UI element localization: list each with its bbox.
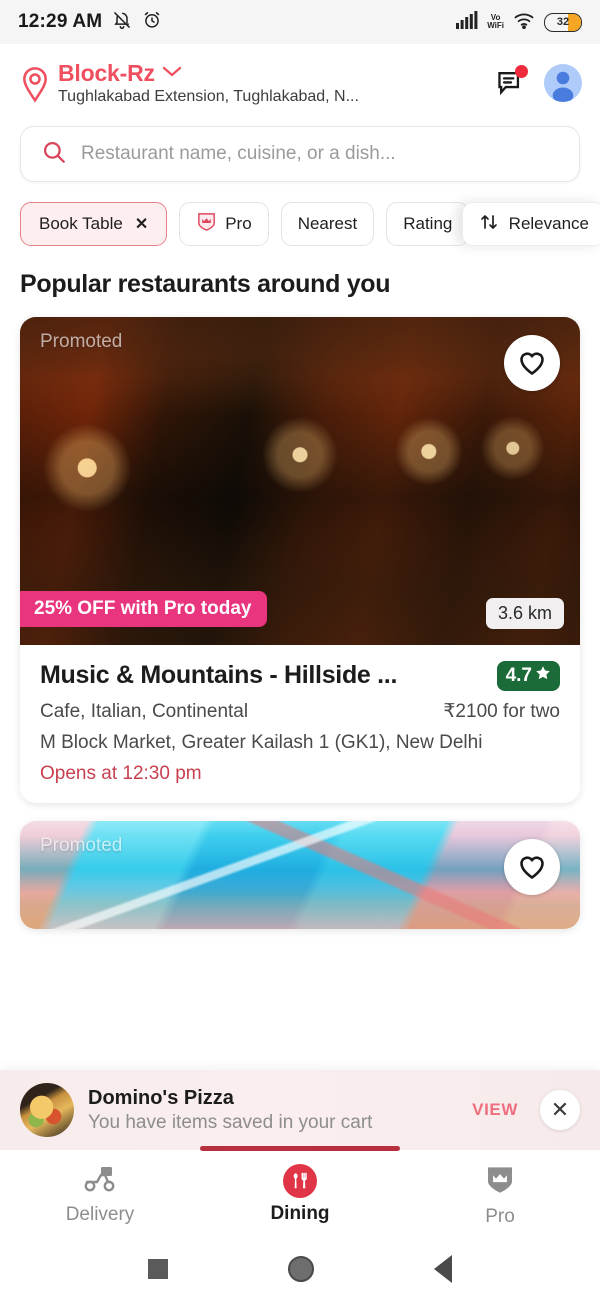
chevron-down-icon (161, 64, 183, 83)
restaurant-card[interactable]: Promoted (20, 821, 580, 929)
search-placeholder: Restaurant name, cuisine, or a dish... (81, 143, 396, 164)
restaurant-timing: Opens at 12:30 pm (40, 763, 202, 784)
restaurant-image[interactable]: Promoted 25% OFF with Pro today 3.6 km (20, 317, 580, 645)
promoted-label: Promoted (40, 331, 123, 352)
bottom-navigation: Delivery Dining Pro (0, 1146, 600, 1238)
cart-reminder-strip[interactable]: Domino's Pizza You have items saved in y… (0, 1070, 600, 1150)
nav-label: Dining (270, 1203, 330, 1224)
active-tab-indicator (200, 1146, 400, 1151)
restaurant-thumbnail (20, 1083, 74, 1137)
restaurant-meta: Cafe, Italian, Continental ₹2100 for two (40, 700, 560, 723)
offer-badge: 25% OFF with Pro today (20, 591, 268, 627)
system-navigation-bar (0, 1238, 600, 1300)
chip-book-table[interactable]: Book Table ✕ (20, 202, 168, 246)
user-avatar-icon[interactable] (544, 64, 582, 102)
square-recents-icon[interactable] (148, 1259, 168, 1279)
inbox-button[interactable] (494, 65, 528, 100)
sort-updown-icon (479, 212, 499, 237)
signal-bars-icon (456, 10, 478, 34)
battery-percent: 32 (556, 16, 570, 28)
nav-label: Pro (485, 1206, 515, 1227)
bell-muted-icon (112, 10, 132, 35)
rating-value: 4.7 (505, 665, 532, 686)
restaurant-name-row: Music & Mountains - Hillside ... 4.7 (40, 661, 560, 691)
restaurant-address: M Block Market, Greater Kailash 1 (GK1),… (40, 732, 483, 753)
restaurant-details: Music & Mountains - Hillside ... 4.7 Caf… (20, 645, 580, 803)
nav-item-dining[interactable]: Dining (200, 1146, 400, 1225)
restaurant-card[interactable]: Promoted 25% OFF with Pro today 3.6 km M… (20, 317, 580, 803)
wifi-icon (513, 11, 535, 34)
alarm-clock-icon (142, 10, 162, 35)
location-title: Block-Rz (58, 60, 155, 86)
rating-badge: 4.7 (496, 661, 560, 691)
restaurant-name: Music & Mountains - Hillside ... (40, 661, 398, 689)
nav-item-pro[interactable]: Pro (400, 1150, 600, 1228)
location-title-row[interactable]: Block-Rz (58, 60, 486, 87)
restaurant-image[interactable]: Promoted (20, 821, 580, 929)
battery-indicator: 32 (544, 12, 582, 32)
nav-label: Delivery (65, 1204, 135, 1225)
promoted-label: Promoted (40, 835, 123, 856)
chip-label: Pro (225, 214, 252, 233)
cost-for-two: ₹2100 for two (443, 701, 560, 722)
app-header: Block-Rz Tughlakabad Extension, Tughlaka… (0, 44, 600, 114)
pro-crown-shield-icon (196, 211, 217, 237)
cart-message: You have items saved in your cart (88, 1111, 373, 1133)
close-icon[interactable]: ✕ (135, 214, 148, 234)
sort-relevance-button[interactable]: Relevance (461, 202, 600, 246)
search-icon (41, 139, 67, 170)
favorite-button[interactable] (504, 839, 560, 895)
volte-wifi-icon: Vo WiFi (487, 12, 504, 30)
location-pin-icon (18, 63, 52, 103)
cuisine-text: Cafe, Italian, Continental (40, 701, 249, 722)
circle-home-icon[interactable] (288, 1256, 314, 1282)
scooter-delivery-icon (82, 1164, 118, 1199)
header-actions (486, 64, 582, 102)
chip-label: Nearest (297, 214, 358, 233)
chip-rating[interactable]: Rating (386, 202, 470, 246)
status-bar-right: Vo WiFi 32 (456, 10, 582, 34)
filter-chips: Book Table ✕ Pro Nearest Rating Relevanc… (0, 200, 600, 248)
section-title: Popular restaurants around you (20, 270, 391, 298)
location-subtitle: Tughlakabad Extension, Tughlakabad, N... (58, 88, 359, 105)
status-bar: 12:29 AM Vo WiFi 32 (0, 0, 600, 44)
star-icon (535, 665, 551, 687)
triangle-back-icon[interactable] (434, 1255, 452, 1283)
nav-item-delivery[interactable]: Delivery (0, 1150, 200, 1226)
favorite-button[interactable] (504, 335, 560, 391)
sort-label: Relevance (508, 214, 589, 233)
search-input[interactable]: Restaurant name, cuisine, or a dish... (20, 126, 580, 182)
status-time: 12:29 AM (18, 11, 103, 32)
cart-text: Domino's Pizza You have items saved in y… (88, 1087, 450, 1134)
status-bar-left: 12:29 AM (18, 10, 162, 35)
close-icon[interactable]: ✕ (540, 1090, 580, 1130)
chip-label: Rating (403, 214, 453, 233)
location-selector[interactable]: Block-Rz Tughlakabad Extension, Tughlaka… (52, 60, 486, 106)
distance-badge: 3.6 km (485, 598, 564, 629)
crown-shield-icon (484, 1164, 516, 1201)
chip-label: Book Table (39, 214, 123, 233)
notification-badge (515, 65, 528, 78)
chip-pro[interactable]: Pro (179, 202, 269, 246)
view-cart-button[interactable]: VIEW (464, 1100, 526, 1120)
cart-restaurant-name: Domino's Pizza (88, 1086, 234, 1109)
fork-spoon-icon (283, 1164, 317, 1198)
chip-nearest[interactable]: Nearest (280, 202, 375, 246)
